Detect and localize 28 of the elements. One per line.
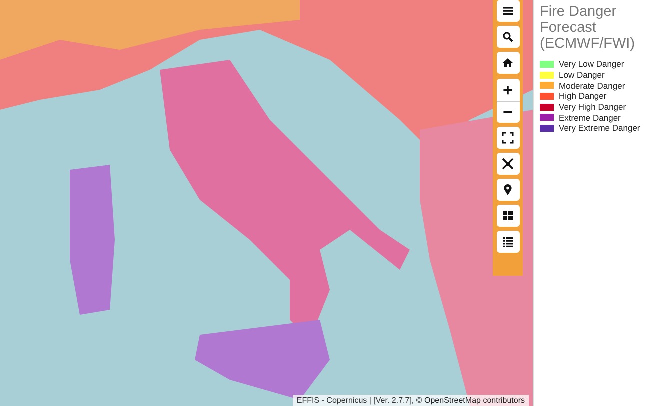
legend-label: Extreme Danger <box>559 112 621 123</box>
legend-label: Very Low Danger <box>559 59 624 70</box>
legend-label: Moderate Danger <box>559 80 626 91</box>
legend-label: Low Danger <box>559 70 605 80</box>
zoom-button[interactable]: + <box>496 79 520 101</box>
legend-label: Very Extreme Danger <box>559 123 640 134</box>
legend-label: Very High Danger <box>559 102 626 112</box>
fullscreen-icon <box>502 132 514 144</box>
zoom-button[interactable]: − <box>496 101 520 123</box>
list-button[interactable] <box>496 231 520 253</box>
list-icon <box>502 236 514 248</box>
menu-button[interactable] <box>496 0 520 22</box>
grid-button[interactable] <box>496 205 520 227</box>
openstreetmap-link[interactable]: © OpenStreetMap contributors <box>416 396 525 405</box>
map-attribution: EFFIS - Copernicus | [Ver. 2.7.7], © OpenStreetMap contributors <box>292 395 529 406</box>
location-pin-icon <box>502 184 514 196</box>
location-button[interactable] <box>496 179 520 201</box>
menu-icon <box>502 5 514 17</box>
fullscreen-button[interactable] <box>496 127 520 149</box>
legend-title: Fire Danger Forecast (ECMWF/FWI) <box>540 4 636 52</box>
search-icon <box>502 31 514 43</box>
legend-label: High Danger <box>559 91 607 102</box>
grid-icon <box>502 210 514 222</box>
search-button[interactable] <box>496 26 520 48</box>
home-button[interactable] <box>496 52 520 74</box>
fit-button[interactable] <box>496 153 520 175</box>
shrink-icon <box>502 158 514 170</box>
home-icon <box>502 57 514 69</box>
